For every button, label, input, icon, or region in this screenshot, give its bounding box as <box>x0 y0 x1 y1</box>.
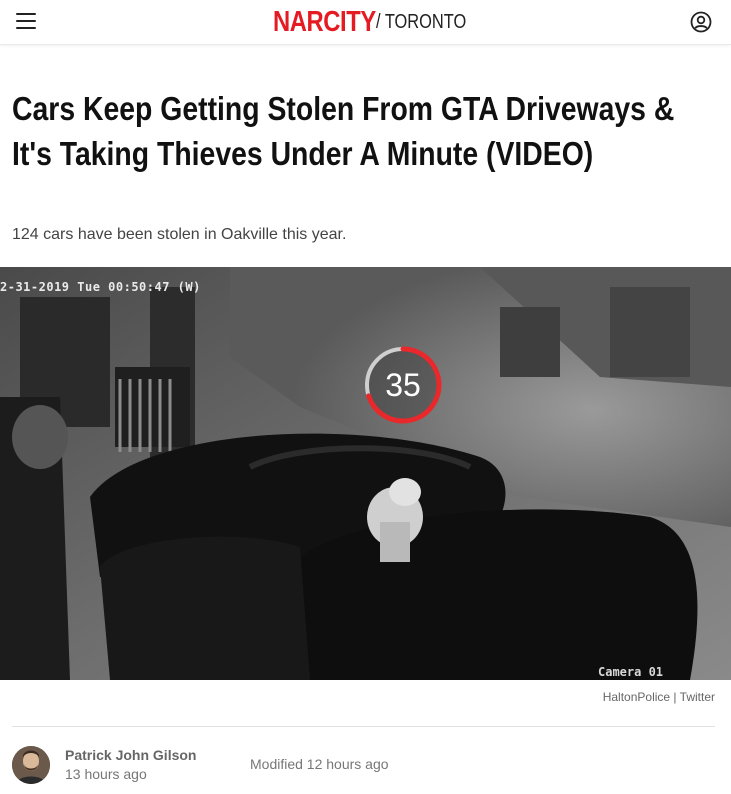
account-icon[interactable] <box>690 11 712 33</box>
modified-time: Modified 12 hours ago <box>250 756 389 772</box>
article-headline: Cars Keep Getting Stolen From GTA Drivew… <box>12 90 675 172</box>
region-link[interactable]: / TORONTO <box>376 11 466 34</box>
site-logo[interactable]: NARCITY <box>273 6 376 39</box>
hero-video-frame[interactable]: 2-31-2019 Tue 00:50:47 (W) Camera 01 35 <box>0 267 731 680</box>
camera-label: Camera 01 <box>598 665 664 679</box>
security-camera-scene <box>0 267 731 680</box>
hamburger-menu-icon[interactable] <box>16 13 36 31</box>
countdown-timer: 35 <box>362 344 444 426</box>
byline-divider <box>12 726 715 727</box>
published-time: 13 hours ago <box>65 766 147 782</box>
camera-timestamp: 2-31-2019 Tue 00:50:47 (W) <box>0 280 201 294</box>
author-avatar[interactable] <box>12 746 50 784</box>
article-subheadline: 124 cars have been stolen in Oakville th… <box>12 226 347 243</box>
photo-credit: HaltonPolice | Twitter <box>602 690 715 704</box>
top-navigation-bar: NARCITY / TORONTO <box>0 0 731 45</box>
site-branding: NARCITY / TORONTO <box>273 6 486 38</box>
author-name[interactable]: Patrick John Gilson <box>65 747 196 763</box>
countdown-number: 35 <box>385 366 421 403</box>
